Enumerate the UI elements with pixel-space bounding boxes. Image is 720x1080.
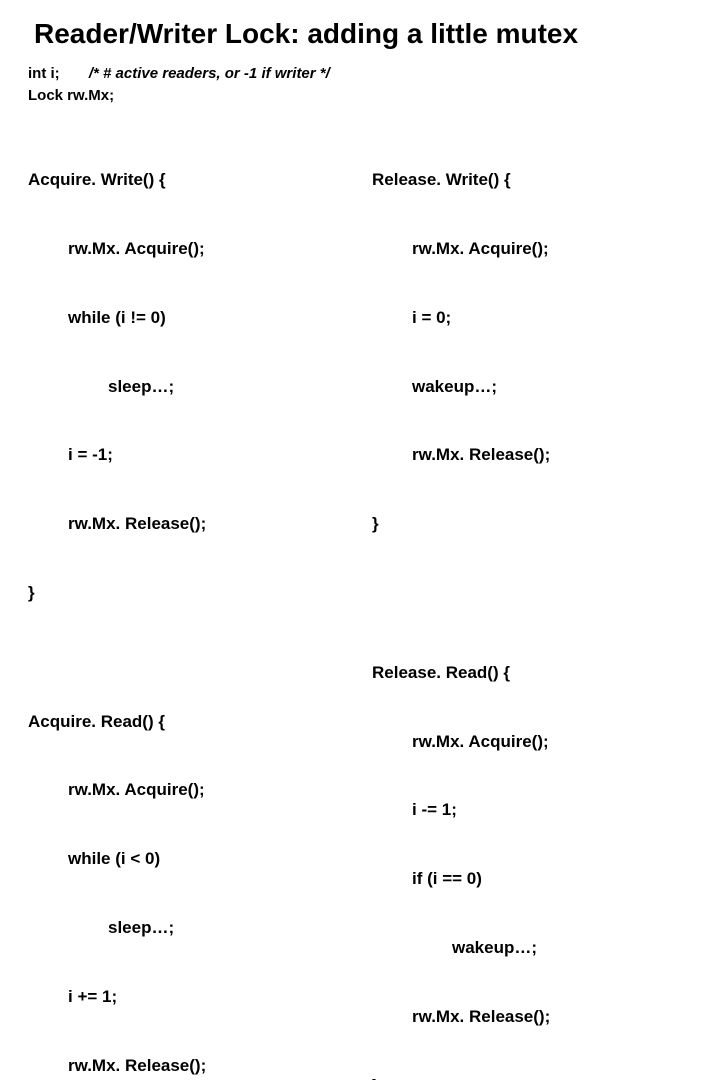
code-line: rw.Mx. Release(); (28, 1055, 348, 1078)
code-line: i -= 1; (372, 799, 692, 822)
code-line: sleep…; (28, 917, 348, 940)
code-columns: Acquire. Write() { rw.Mx. Acquire(); whi… (28, 123, 692, 1080)
acquire-write-block: Acquire. Write() { rw.Mx. Acquire(); whi… (28, 123, 348, 651)
decl-line-1: int i; /* # active readers, or -1 if wri… (28, 64, 692, 84)
decl-int-i: int i; (28, 65, 60, 82)
code-line: Release. Write() { (372, 169, 692, 192)
code-line: rw.Mx. Release(); (372, 444, 692, 467)
code-line: if (i == 0) (372, 868, 692, 891)
code-line: rw.Mx. Acquire(); (372, 238, 692, 261)
code-line: sleep…; (28, 376, 348, 399)
code-line: i = 0; (372, 307, 692, 330)
slide: Reader/Writer Lock: adding a little mute… (0, 0, 720, 540)
code-line: Acquire. Read() { (28, 711, 348, 734)
code-line: Release. Read() { (372, 662, 692, 685)
decl-comment: /* # active readers, or -1 if writer */ (89, 65, 330, 82)
decl-line-2: Lock rw.Mx; (28, 86, 692, 106)
code-line: i = -1; (28, 444, 348, 467)
right-column: Release. Write() { rw.Mx. Acquire(); i =… (372, 123, 692, 1080)
code-line: } (28, 582, 348, 605)
code-line: while (i < 0) (28, 848, 348, 871)
code-line: rw.Mx. Acquire(); (28, 779, 348, 802)
declarations: int i; /* # active readers, or -1 if wri… (28, 64, 692, 105)
code-line: rw.Mx. Release(); (372, 1006, 692, 1029)
code-line: } (372, 1075, 692, 1080)
code-line: rw.Mx. Acquire(); (28, 238, 348, 261)
code-line: } (372, 513, 692, 536)
code-line: Acquire. Write() { (28, 169, 348, 192)
release-read-block: Release. Read() { rw.Mx. Acquire(); i -=… (372, 616, 692, 1080)
code-line: wakeup…; (372, 376, 692, 399)
code-line: i += 1; (28, 986, 348, 1009)
code-line: rw.Mx. Acquire(); (372, 731, 692, 754)
left-column: Acquire. Write() { rw.Mx. Acquire(); whi… (28, 123, 348, 1080)
code-line: wakeup…; (372, 937, 692, 960)
acquire-read-block: Acquire. Read() { rw.Mx. Acquire(); whil… (28, 665, 348, 1080)
release-write-block: Release. Write() { rw.Mx. Acquire(); i =… (372, 123, 692, 582)
code-line: while (i != 0) (28, 307, 348, 330)
slide-title: Reader/Writer Lock: adding a little mute… (34, 18, 692, 50)
code-line: rw.Mx. Release(); (28, 513, 348, 536)
